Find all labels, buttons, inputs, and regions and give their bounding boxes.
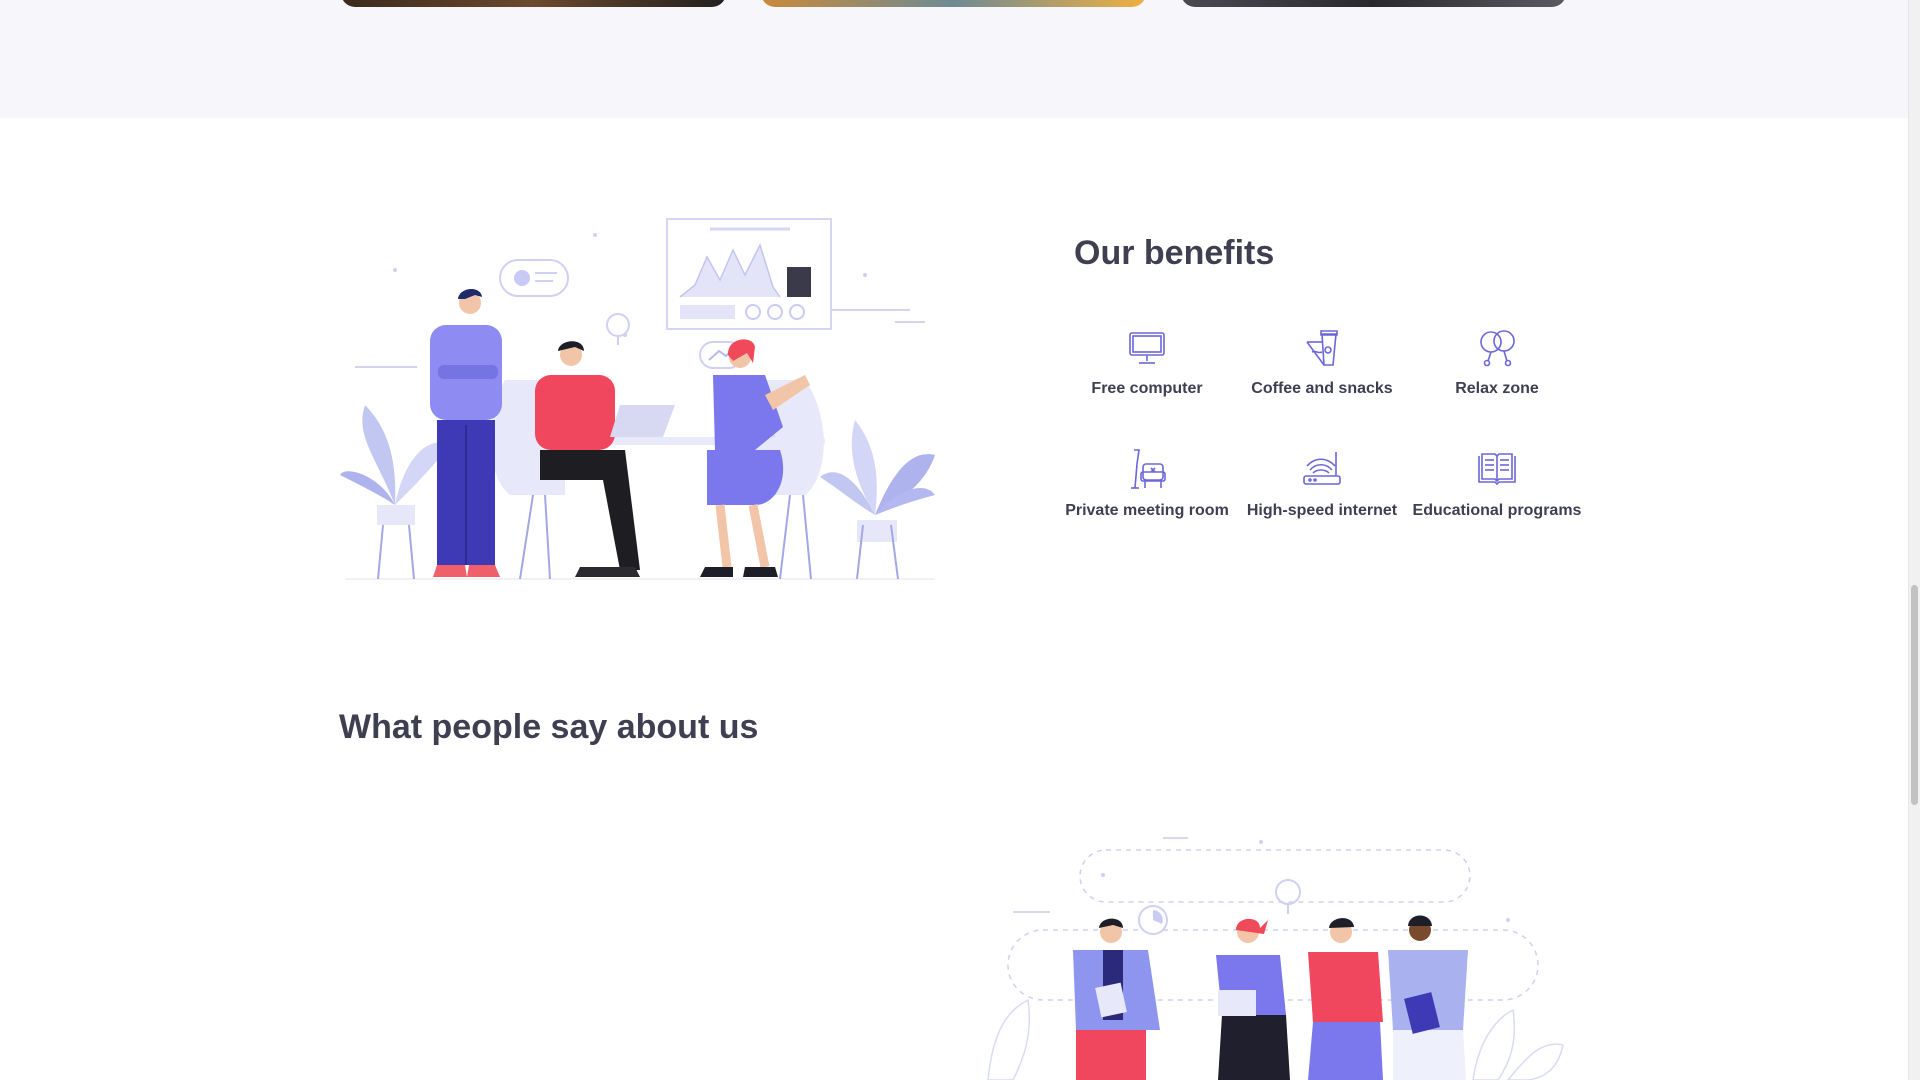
- team-people-illustration: [987, 837, 1564, 1080]
- coffee-icon: [1306, 330, 1338, 366]
- benefit-high-speed-internet[interactable]: High-speed internet: [1237, 446, 1407, 522]
- balloons-icon: [1480, 330, 1515, 367]
- gallery-image[interactable]: [1181, 0, 1566, 7]
- benefits-title: Our benefits: [1074, 234, 1275, 272]
- page-scrollbar[interactable]: [1908, 0, 1920, 1080]
- gallery-section-bottom: [0, 0, 1909, 118]
- office-meeting-illustration: [340, 218, 935, 580]
- benefit-free-computer[interactable]: Free computer: [1062, 328, 1232, 400]
- benefit-coffee-snacks[interactable]: Coffee and snacks: [1237, 328, 1407, 400]
- benefit-label: Private meeting room: [1065, 502, 1229, 519]
- benefit-label: Free computer: [1091, 380, 1203, 397]
- wifi-router-icon: [1303, 452, 1341, 485]
- benefit-label: Educational programs: [1412, 502, 1582, 519]
- testimonials-title: What people say about us: [339, 708, 759, 746]
- gallery-image[interactable]: [761, 0, 1146, 7]
- gallery-image[interactable]: [341, 0, 726, 7]
- benefit-label: Coffee and snacks: [1251, 380, 1393, 397]
- benefit-label: High-speed internet: [1246, 502, 1398, 519]
- benefit-relax-zone[interactable]: Relax zone: [1412, 328, 1582, 400]
- benefit-educational-programs[interactable]: Educational programs: [1412, 446, 1582, 522]
- benefit-label: Relax zone: [1455, 380, 1539, 397]
- meeting-chair-icon: [1131, 449, 1166, 489]
- book-icon: [1478, 453, 1516, 486]
- scrollbar-thumb[interactable]: [1911, 585, 1918, 805]
- computer-icon: [1129, 332, 1165, 364]
- benefit-private-meeting-room[interactable]: Private meeting room: [1062, 446, 1232, 522]
